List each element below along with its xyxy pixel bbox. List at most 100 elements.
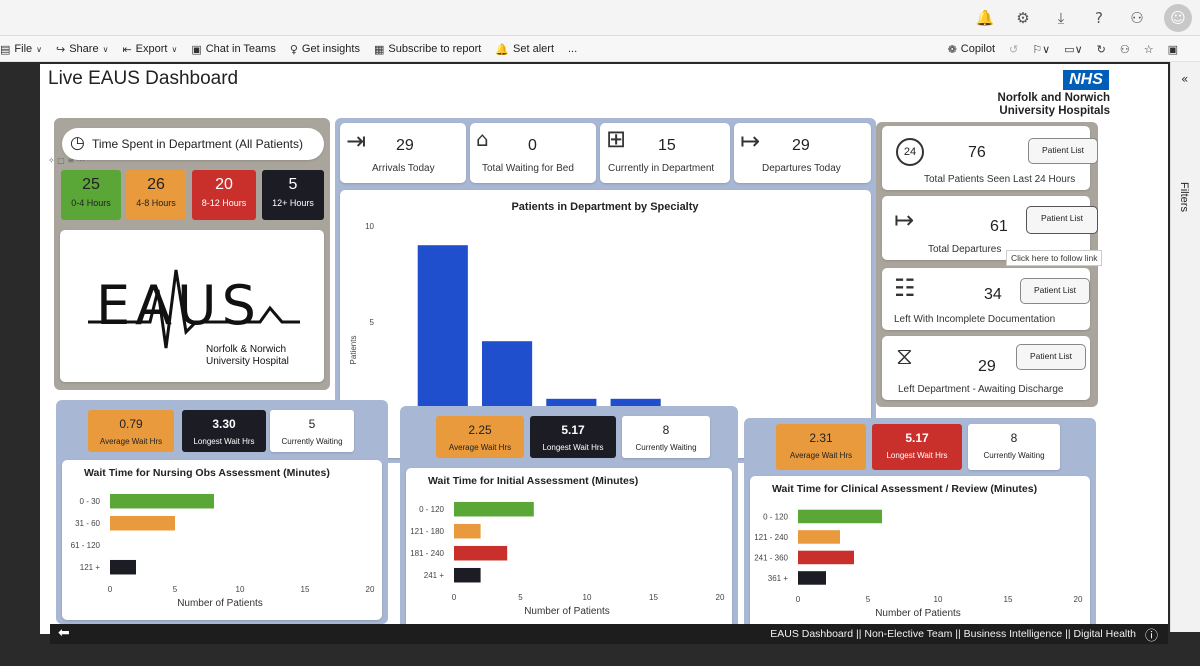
departures-patient-list-button[interactable]: Patient List [1026,206,1098,234]
awaiting-discharge-card: ⧖ 29 Patient List Left Department - Awai… [882,336,1090,400]
initial-avg-wait: 2.25 Average Wait Hrs [436,416,524,458]
download-icon[interactable]: ⤓ [1050,7,1072,29]
arrivals-card: ⇥ 29 Arrivals Today [340,123,466,183]
waiting-bed-card: ⌂ 0 Total Waiting for Bed [470,123,596,183]
expand-filters-icon[interactable]: « [1181,72,1188,86]
waiting-bed-value: 0 [528,137,537,154]
clinical-chart-card: Wait Time for Clinical Assessment / Revi… [750,476,1090,630]
app-grid-icon[interactable]: ▣ [1168,43,1178,56]
x-axis-label: Number of Patients [524,606,610,617]
share-network-icon[interactable]: ⚇ [1126,7,1148,29]
in-department-value: 15 [658,137,676,154]
x-tick-label: 5 [866,595,871,604]
help-icon[interactable]: ? [1088,7,1110,29]
awaiting-discharge-patient-list-button[interactable]: Patient List [1016,344,1086,370]
seen-24h-card: 24 76 Patient List Total Patients Seen L… [882,126,1098,190]
visual-header-icons: ✧ □ ≡ ⋯ [48,156,85,165]
chevron-down-icon: ∨ [171,44,178,54]
clock-24-icon: 24 [896,138,924,166]
longest-wait-value: 3.30 [212,417,236,431]
avatar[interactable]: ☺ [1164,4,1192,32]
y-tick-label: 61 - 120 [71,541,101,550]
copilot-label: Copilot [960,43,996,55]
get-insights-button[interactable]: ♀ Get insights [290,43,360,56]
app-top-bar: 🔔 ⚙ ⤓ ? ⚇ ☺ [0,0,1200,36]
share-menu[interactable]: ↪ Share ∨ [56,43,108,56]
file-menu[interactable]: ▤ File ∨ [0,43,42,56]
longest-wait-label: Longest Wait Hrs [542,443,604,452]
trust-name-line2: University Hospitals [999,105,1110,117]
nursing-obs-bar-chart: Wait Time for Nursing Obs Assessment (Mi… [71,467,375,609]
total-departures-label: Total Departures [928,244,1002,255]
specialty-y-label: Patients [349,336,358,365]
subscribe-icon: ▦ [373,42,385,56]
subscribe-button[interactable]: ▦ Subscribe to report [374,43,481,56]
copilot-icon: ❁ [947,42,957,56]
bell-icon[interactable]: 🔔 [974,7,996,29]
x-tick-label: 20 [366,585,375,594]
report-toolbar: ▤ File ∨ ↪ Share ∨ ⇤ Export ∨ ▣ Chat in Teams ♀… [0,36,1200,62]
initial-assessment-panel: 2.25 Average Wait Hrs 5.17 Longest Wait … [400,406,738,632]
specialty-chart-title: Patients in Department by Specialty [511,201,699,213]
initial-longest-wait: 5.17 Longest Wait Hrs [530,416,616,458]
bar-3 [110,559,136,575]
undo-icon[interactable]: ↺ [1009,43,1018,56]
in-department-card: ⊞ 15 Currently in Department [600,123,730,183]
avg-wait-label: Average Wait Hrs [789,451,853,460]
longest-wait-label: Longest Wait Hrs [193,437,255,446]
more-options-button[interactable]: ... [568,43,577,55]
insights-label: Get insights [301,43,360,55]
copilot-button[interactable]: ❁ Copilot [948,43,995,56]
y-tick-label: 31 - 60 [75,519,100,528]
incomplete-docs-patient-list-button[interactable]: Patient List [1020,278,1090,304]
page-title: Live EAUS Dashboard [48,68,239,89]
bar-1 [110,515,175,531]
back-arrow-icon[interactable]: ⬅ [58,625,70,641]
share-icon: ↪ [56,42,66,56]
trust-name-line1: Norfolk and Norwich [997,92,1110,104]
nursing-currently-waiting: 5 Currently Waiting [270,410,354,452]
filters-label: Filters [1178,182,1190,212]
time-tile-4-8: 26 4-8 Hours [126,170,186,220]
info-icon[interactable]: ⓘ [1145,625,1158,644]
alert-label: Set alert [513,43,554,55]
chat-label: Chat in Teams [205,43,276,55]
view-icon[interactable]: ▭∨ [1064,43,1082,56]
y-tick-label: 10 [365,222,374,231]
gear-icon[interactable]: ⚙ [1012,7,1034,29]
export-menu[interactable]: ⇤ Export ∨ [122,43,177,56]
bar-0 [454,501,534,517]
chat-in-teams-button[interactable]: ▣ Chat in Teams [191,43,276,56]
side-kpi-panel: 24 76 Patient List Total Patients Seen L… [876,122,1103,407]
avg-wait-label: Average Wait Hrs [99,437,163,446]
exit-icon: ↦ [894,206,915,234]
seen-24h-value: 76 [968,144,986,161]
file-icon: ▤ [0,42,11,56]
filters-pane[interactable]: « Filters [1170,62,1200,632]
bookmark-icon[interactable]: ⚐∨ [1032,43,1050,56]
lightbulb-icon: ♀ [289,42,298,56]
waiting-bed-label: Total Waiting for Bed [482,163,574,174]
awaiting-discharge-value: 29 [978,358,996,375]
bar-0 [798,509,882,524]
clinical-currently-waiting: 8 Currently Waiting [968,424,1060,470]
comment-icon[interactable]: ⚇ [1120,43,1130,56]
avg-wait-value: 2.25 [468,423,492,437]
eaus-logo-sub1: Norfolk & Norwich [206,344,287,355]
trust-name: Norfolk and Norwich University Hospitals [998,92,1110,118]
time-tile-8-12: 20 8-12 Hours [192,170,256,220]
set-alert-button[interactable]: 🔔 Set alert [495,43,554,56]
x-tick-label: 0 [108,585,113,594]
refresh-icon[interactable]: ↻ [1097,43,1106,56]
report-footer: ⬅ EAUS Dashboard || Non-Elective Team ||… [50,624,1168,644]
departures-card: ↦ 29 Departures Today [734,123,871,183]
seen-24h-patient-list-button[interactable]: Patient List [1028,138,1098,164]
longest-wait-label: Longest Wait Hrs [886,451,948,460]
star-icon[interactable]: ☆ [1144,43,1154,56]
hourglass-icon: ⧖ [896,342,913,370]
subscribe-label: Subscribe to report [388,43,482,55]
nursing-longest-wait: 3.30 Longest Wait Hrs [182,410,266,452]
time-spent-header: ◷ Time Spent in Department (All Patients… [62,128,324,160]
clinical-assessment-bar-chart: Wait Time for Clinical Assessment / Revi… [754,483,1083,619]
incomplete-docs-value: 34 [984,286,1002,303]
